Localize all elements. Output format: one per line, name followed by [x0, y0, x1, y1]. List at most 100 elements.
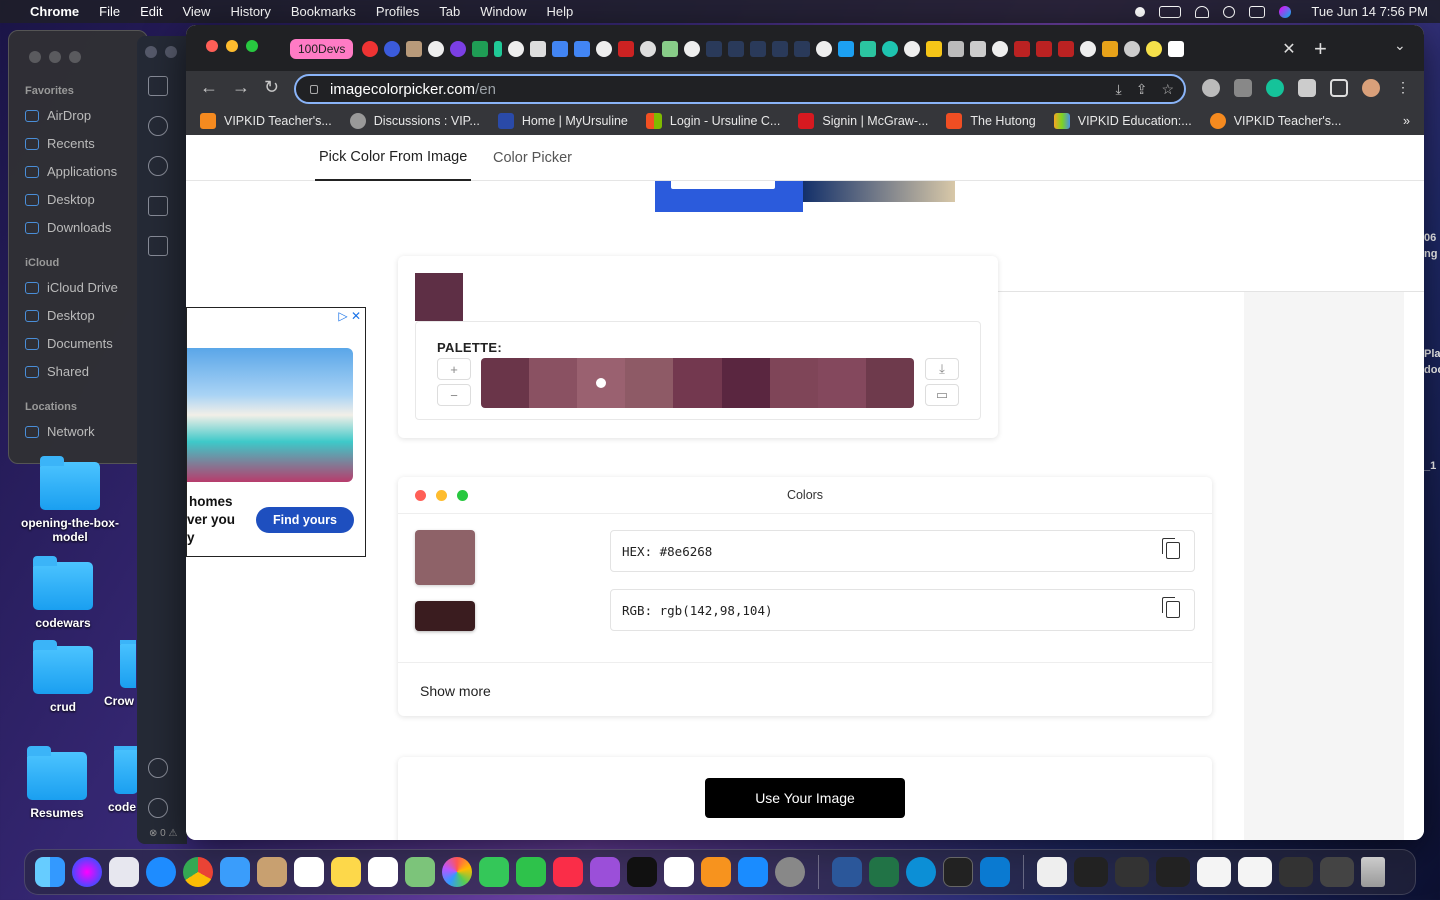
tab-favicon[interactable] [494, 41, 502, 57]
mail-icon[interactable] [220, 857, 250, 887]
tab-search-chevron-icon[interactable]: ⌄ [1394, 37, 1406, 54]
siri-icon[interactable] [72, 857, 102, 887]
palette-swatch[interactable] [577, 358, 626, 408]
safari-icon[interactable] [146, 857, 176, 887]
palette-swatch[interactable] [865, 358, 914, 408]
extensions-icon[interactable] [148, 236, 168, 256]
google-docs-icon[interactable] [552, 41, 568, 57]
side-panel-icon[interactable] [1330, 79, 1348, 97]
tab-favicon[interactable] [794, 41, 810, 57]
tab-pick-color-from-image[interactable]: Pick Color From Image [315, 135, 472, 181]
ad-choices-icon[interactable]: ▷ ✕ [338, 309, 361, 323]
tab-favicon[interactable] [1058, 41, 1074, 57]
bookmark-item[interactable]: The Hutong [946, 113, 1036, 129]
vscode-status-problems[interactable]: ⊗ 0 ⚠ [149, 828, 177, 839]
tab-favicon[interactable] [772, 41, 788, 57]
tab-favicon[interactable] [926, 41, 942, 57]
lock-icon[interactable] [310, 84, 318, 94]
save-palette-icon[interactable]: ▭ [925, 384, 959, 406]
extension-icon[interactable] [1234, 79, 1252, 97]
tab-color-picker[interactable]: Color Picker [489, 135, 576, 181]
minimized-window-thumbnail[interactable] [1238, 857, 1272, 887]
vscode-minimize-button[interactable] [165, 46, 177, 58]
edge-icon[interactable] [906, 857, 936, 887]
tab-favicon[interactable] [530, 41, 546, 57]
hex-value-field[interactable]: HEX: #8e6268 [610, 530, 1195, 572]
sidebar-item-desktop[interactable]: Desktop [25, 192, 95, 207]
calendar-icon[interactable] [294, 857, 324, 887]
sidebar-item-documents[interactable]: Documents [25, 336, 113, 351]
bookmark-item[interactable]: Discussions : VIP... [349, 113, 480, 129]
contacts-icon[interactable] [257, 857, 287, 887]
tab-favicon[interactable] [1168, 41, 1184, 57]
google-docs-icon[interactable] [574, 41, 590, 57]
battery-icon[interactable] [1159, 5, 1182, 18]
app-store-icon[interactable] [738, 857, 768, 887]
tab-favicon[interactable] [728, 41, 744, 57]
bookmarks-overflow-chevron[interactable]: » [1403, 114, 1410, 128]
desktop-folder-resumes[interactable]: Resumes [18, 746, 96, 820]
search-icon[interactable] [1223, 5, 1236, 18]
messages-icon[interactable] [479, 857, 509, 887]
tab-group-100devs[interactable]: 100Devs [290, 39, 354, 59]
trash-icon[interactable] [1361, 857, 1385, 887]
tab-favicon[interactable] [384, 41, 400, 57]
use-your-image-button[interactable]: Use Your Image [705, 778, 905, 818]
profile-avatar[interactable] [1362, 79, 1380, 97]
show-more-link[interactable]: Show more [420, 683, 491, 699]
remove-color-button[interactable]: − [437, 384, 471, 406]
chrome-icon[interactable] [183, 857, 213, 887]
photos-icon[interactable] [442, 857, 472, 887]
github-icon[interactable] [508, 41, 524, 57]
download-palette-icon[interactable]: ⤓ [925, 358, 959, 380]
notes-icon[interactable] [331, 857, 361, 887]
github-icon[interactable] [684, 41, 700, 57]
menu-edit[interactable]: Edit [140, 4, 162, 19]
copy-rgb-icon[interactable] [1162, 597, 1180, 618]
menu-window[interactable]: Window [480, 4, 526, 19]
vscode-icon[interactable] [980, 857, 1010, 887]
terminal-icon[interactable] [943, 857, 973, 887]
sidebar-item-icloud-drive[interactable]: iCloud Drive [25, 280, 118, 295]
menu-bookmarks[interactable]: Bookmarks [291, 4, 356, 19]
tab-favicon[interactable] [662, 41, 678, 57]
facetime-icon[interactable] [516, 857, 546, 887]
github-icon[interactable] [816, 41, 832, 57]
run-debug-icon[interactable] [148, 196, 168, 216]
bookmark-item[interactable]: Home | MyUrsuline [497, 113, 628, 129]
siri-icon[interactable] [1279, 5, 1292, 18]
menu-file[interactable]: File [99, 4, 120, 19]
palette-swatch[interactable] [817, 358, 866, 408]
desktop-folder-crud[interactable]: crud [24, 640, 102, 714]
reload-icon[interactable]: ↻ [264, 77, 279, 98]
palette-swatch[interactable] [625, 358, 674, 408]
launchpad-icon[interactable] [109, 857, 139, 887]
menu-tab[interactable]: Tab [439, 4, 460, 19]
bookmark-star-icon[interactable]: ☆ [1161, 81, 1174, 98]
minimized-window-thumbnail[interactable] [1320, 857, 1354, 887]
tab-favicon[interactable] [1014, 41, 1030, 57]
tab-favicon[interactable] [706, 41, 722, 57]
settings-gear-icon[interactable] [148, 798, 168, 818]
menu-profiles[interactable]: Profiles [376, 4, 419, 19]
sidebar-item-icloud-desktop[interactable]: Desktop [25, 308, 95, 323]
tab-favicon[interactable] [838, 41, 854, 57]
finder-icon[interactable] [35, 857, 65, 887]
palette-swatch[interactable] [673, 358, 722, 408]
minimized-window-thumbnail[interactable] [1197, 857, 1231, 887]
finder-minimize-button[interactable] [49, 51, 61, 63]
github-icon[interactable] [428, 41, 444, 57]
desktop-folder-opening-the-box-model[interactable]: opening-the-box-model [14, 456, 126, 544]
tab-favicon[interactable] [1102, 41, 1118, 57]
puzzle-extensions-icon[interactable] [1298, 79, 1316, 97]
palette-swatch[interactable] [481, 358, 530, 408]
tab-favicon[interactable] [970, 41, 986, 57]
bookmark-item[interactable]: VIPKID Teacher's... [200, 113, 332, 129]
account-icon[interactable] [148, 758, 168, 778]
reminders-icon[interactable] [368, 857, 398, 887]
vscode-close-button[interactable] [145, 46, 157, 58]
tab-favicon[interactable] [406, 41, 422, 57]
podcasts-icon[interactable] [590, 857, 620, 887]
system-preferences-icon[interactable] [775, 857, 805, 887]
desktop-folder-crow[interactable]: Crow [104, 640, 136, 708]
